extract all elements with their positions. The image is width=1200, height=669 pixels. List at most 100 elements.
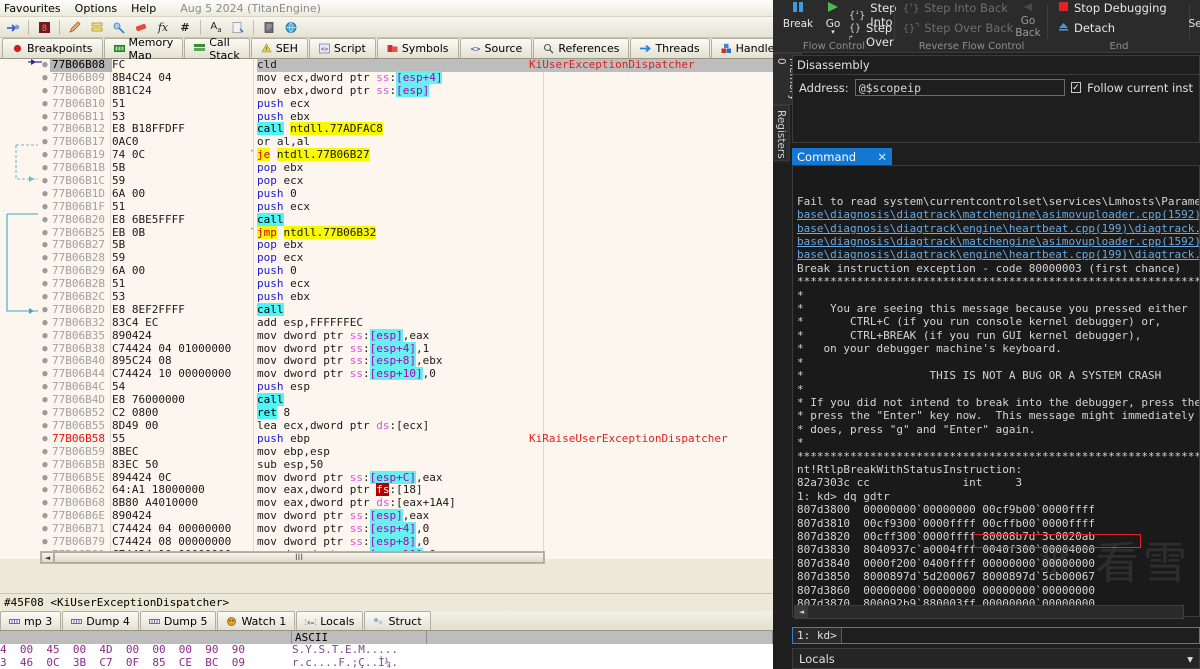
breakpoint-dot-icon[interactable]: ●: [40, 252, 50, 265]
menu-help[interactable]: Help: [131, 2, 156, 15]
command-output-link[interactable]: base\diagnosis\diagtrack\matchengine\asi…: [797, 208, 1199, 221]
breakpoint-dot-icon[interactable]: ●: [40, 201, 50, 214]
disassembly-row[interactable]: ●77B06B1D6A 00push 0: [0, 188, 773, 201]
step-into-back-button[interactable]: {↑} Step Into Back: [903, 1, 1008, 15]
breakpoint-dot-icon[interactable]: ●: [40, 446, 50, 459]
chevron-down-icon[interactable]: ▾: [831, 30, 835, 35]
command-horizontal-scrollbar[interactable]: ◄: [794, 605, 1184, 619]
disassembly-row[interactable]: ●77B06B35890424mov dword ptr ss:[esp],ea…: [0, 330, 773, 343]
disassembly-row[interactable]: ●77B06B0D8B1C24mov ebx,dword ptr ss:[esp…: [0, 85, 773, 98]
tab-threads[interactable]: Threads: [630, 38, 709, 58]
breakpoint-dot-icon[interactable]: ●: [40, 278, 50, 291]
breakpoint-dot-icon[interactable]: ●: [40, 227, 50, 240]
pencil-icon[interactable]: [65, 18, 85, 37]
breakpoint-dot-icon[interactable]: ●: [40, 188, 50, 201]
disassembly-row[interactable]: ●77B06B2DE8 8EF2FFFFcall: [0, 304, 773, 317]
disassembly-row[interactable]: ●77B06B3283C4 ECadd esp,FFFFFFEC: [0, 317, 773, 330]
disassembly-view[interactable]: ●77B06B08FCcldKiUserExceptionDispatcher●…: [0, 59, 773, 559]
disassembly-row[interactable]: ●77B06B5B83EC 50sub esp,50: [0, 459, 773, 472]
hex-dump-panel[interactable]: ASCII 4 00 45 00 4D 00 00 00 90 90S.Y.S.…: [0, 631, 773, 669]
tab-handles[interactable]: Handles: [711, 38, 773, 58]
stop-debugging-button[interactable]: Stop Debugging: [1058, 1, 1167, 15]
breakpoint-dot-icon[interactable]: ●: [40, 523, 50, 536]
chevron-down-icon[interactable]: ▾: [1187, 652, 1193, 666]
breakpoint-dot-icon[interactable]: ●: [40, 472, 50, 485]
settings-button[interactable]: Settings: [1190, 3, 1200, 30]
breakpoint-dot-icon[interactable]: ●: [40, 304, 50, 317]
hash-icon[interactable]: #: [175, 18, 195, 37]
breakpoint-dot-icon[interactable]: ●: [40, 355, 50, 368]
breakpoint-dot-icon[interactable]: ●: [40, 368, 50, 381]
go-back-button[interactable]: Go Back: [1011, 2, 1045, 39]
locals-pane-header[interactable]: Locals ▾: [792, 648, 1200, 669]
disassembly-row[interactable]: ●77B06B1051push ecx: [0, 98, 773, 111]
breakpoint-dot-icon[interactable]: ●: [40, 175, 50, 188]
breakpoint-dot-icon[interactable]: ●: [40, 317, 50, 330]
breakpoint-dot-icon[interactable]: ●: [40, 291, 50, 304]
breakpoint-dot-icon[interactable]: ●: [40, 343, 50, 356]
breakpoint-dot-icon[interactable]: ●: [40, 497, 50, 510]
tab-memory-map[interactable]: Memory Map: [104, 38, 184, 58]
follow-current-instruction-checkbox[interactable]: ✓: [1071, 82, 1081, 93]
disassembly-row[interactable]: ●77B06B1C59pop ecx: [0, 175, 773, 188]
breakpoint-dot-icon[interactable]: ●: [40, 459, 50, 472]
tab-watch-1[interactable]: Watch 1: [217, 611, 295, 630]
tab-mp-3[interactable]: mp 3: [0, 611, 61, 630]
command-tab-header[interactable]: Command ✕: [792, 148, 892, 165]
breakpoint-dot-icon[interactable]: ●: [40, 98, 50, 111]
command-output-link[interactable]: base\diagnosis\diagtrack\engine\heartbea…: [797, 222, 1199, 235]
tab-dump-4[interactable]: Dump 4: [62, 611, 139, 630]
breakpoint-dot-icon[interactable]: ●: [40, 394, 50, 407]
close-icon[interactable]: ✕: [877, 150, 887, 164]
breakpoint-dot-icon[interactable]: ●: [40, 420, 50, 433]
breakpoint-dot-icon[interactable]: ●: [40, 433, 50, 446]
breakpoint-dot-icon[interactable]: ●: [40, 149, 50, 162]
scroll-left-arrow[interactable]: ◄: [795, 606, 808, 618]
breakpoint-dot-icon[interactable]: ●: [40, 162, 50, 175]
disassembly-row[interactable]: ●77B06B1F51push ecx: [0, 201, 773, 214]
breakpoint-dot-icon[interactable]: ●: [40, 381, 50, 394]
function-icon[interactable]: fx: [153, 18, 173, 37]
breakpoint-icon[interactable]: 8: [34, 18, 54, 37]
tab-call-stack[interactable]: Call Stack: [184, 38, 249, 58]
dock-tab-registers[interactable]: Registers: [773, 105, 790, 161]
menu-options[interactable]: Options: [75, 2, 117, 15]
breakpoint-dot-icon[interactable]: ●: [40, 111, 50, 124]
disassembly-horizontal-scrollbar[interactable]: ◄ III: [40, 551, 545, 564]
breakpoint-dot-icon[interactable]: ●: [40, 72, 50, 85]
menu-favourites[interactable]: Favourites: [4, 2, 61, 15]
tab-references[interactable]: References: [533, 38, 629, 58]
breakpoint-dot-icon[interactable]: ●: [40, 136, 50, 149]
disassembly-row[interactable]: ●77B06B598BECmov ebp,esp: [0, 446, 773, 459]
breakpoint-dot-icon[interactable]: ●: [40, 59, 50, 72]
attach-icon[interactable]: [3, 18, 23, 37]
breakpoint-dot-icon[interactable]: ●: [40, 484, 50, 497]
address-input[interactable]: [855, 79, 1065, 96]
tab-dump-5[interactable]: Dump 5: [140, 611, 217, 630]
breakpoint-dot-icon[interactable]: ●: [40, 407, 50, 420]
breakpoint-dot-icon[interactable]: ●: [40, 265, 50, 278]
scroll-thumb[interactable]: III: [54, 552, 544, 563]
breakpoint-dot-icon[interactable]: ●: [40, 510, 50, 523]
breakpoint-dot-icon[interactable]: ●: [40, 123, 50, 136]
breakpoint-dot-icon[interactable]: ●: [40, 85, 50, 98]
breakpoint-dot-icon[interactable]: ●: [40, 330, 50, 343]
tab-locals[interactable]: [x=]Locals: [296, 611, 363, 630]
tab-symbols[interactable]: Symbols: [377, 38, 459, 58]
breakpoint-dot-icon[interactable]: ●: [40, 536, 50, 549]
command-input-row[interactable]: 1: kd>: [792, 627, 1200, 644]
disassembly-row[interactable]: ●77B06B5855push ebpKiRaiseUserExceptionD…: [0, 433, 773, 446]
command-input[interactable]: [842, 628, 1199, 643]
eraser-icon[interactable]: [131, 18, 151, 37]
tab-seh[interactable]: !SEH: [251, 38, 308, 58]
command-output-link[interactable]: base\diagnosis\diagtrack\matchengine\asi…: [797, 235, 1199, 248]
globe-icon[interactable]: [281, 18, 301, 37]
disassembly-row[interactable]: ●77B06B79C74424 08 00000000mov dword ptr…: [0, 536, 773, 549]
scroll-left-arrow[interactable]: ◄: [41, 552, 54, 563]
break-button[interactable]: Break: [779, 1, 817, 30]
script-icon[interactable]: [228, 18, 248, 37]
tab-breakpoints[interactable]: Breakpoints: [2, 38, 103, 58]
tab-struct[interactable]: Struct: [364, 611, 430, 630]
tab-script[interactable]: <>Script: [309, 38, 376, 58]
font-icon[interactable]: Aa: [206, 18, 226, 37]
